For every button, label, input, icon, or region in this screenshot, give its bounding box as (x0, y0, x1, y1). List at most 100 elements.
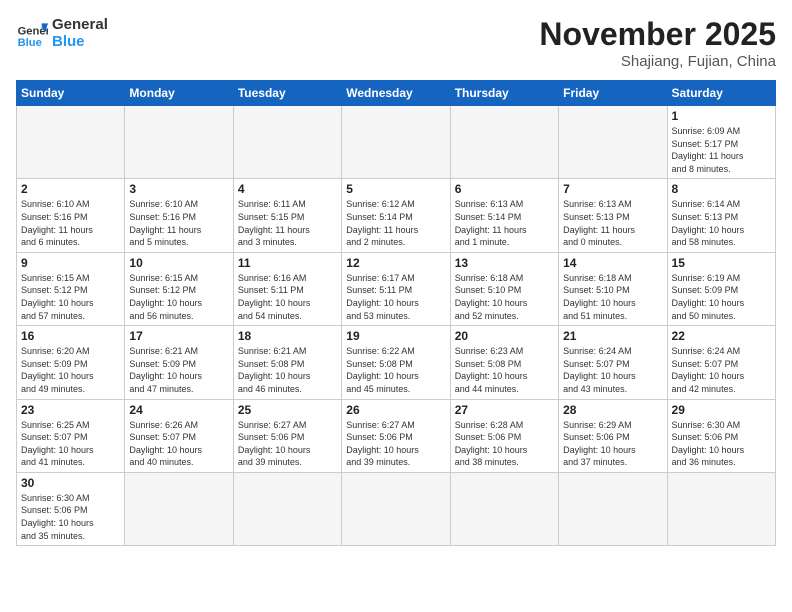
day-number: 11 (238, 256, 337, 270)
day-number: 26 (346, 403, 445, 417)
calendar-cell: 10 Sunrise: 6:15 AM Sunset: 5:12 PM Dayli… (125, 252, 233, 325)
day-number: 2 (21, 182, 120, 196)
svg-text:Blue: Blue (18, 37, 42, 49)
day-number: 6 (455, 182, 554, 196)
day-info: Sunrise: 6:29 AM Sunset: 5:06 PM Dayligh… (563, 419, 662, 469)
calendar-cell: 2 Sunrise: 6:10 AM Sunset: 5:16 PM Daylig… (17, 179, 125, 252)
day-info: Sunrise: 6:15 AM Sunset: 5:12 PM Dayligh… (129, 272, 228, 322)
calendar-table: SundayMondayTuesdayWednesdayThursdayFrid… (16, 80, 776, 546)
day-number: 21 (563, 329, 662, 343)
calendar-cell: 12 Sunrise: 6:17 AM Sunset: 5:11 PM Dayli… (342, 252, 450, 325)
calendar-cell: 8 Sunrise: 6:14 AM Sunset: 5:13 PM Daylig… (667, 179, 775, 252)
calendar-cell: 30 Sunrise: 6:30 AM Sunset: 5:06 PM Dayli… (17, 472, 125, 545)
day-number: 28 (563, 403, 662, 417)
day-number: 5 (346, 182, 445, 196)
day-number: 16 (21, 329, 120, 343)
calendar-cell (450, 472, 558, 545)
calendar-cell: 13 Sunrise: 6:18 AM Sunset: 5:10 PM Dayli… (450, 252, 558, 325)
weekday-header-row: SundayMondayTuesdayWednesdayThursdayFrid… (17, 81, 776, 106)
calendar-week-row: 9 Sunrise: 6:15 AM Sunset: 5:12 PM Daylig… (17, 252, 776, 325)
calendar-week-row: 30 Sunrise: 6:30 AM Sunset: 5:06 PM Dayli… (17, 472, 776, 545)
day-number: 15 (672, 256, 771, 270)
day-info: Sunrise: 6:20 AM Sunset: 5:09 PM Dayligh… (21, 345, 120, 395)
day-info: Sunrise: 6:12 AM Sunset: 5:14 PM Dayligh… (346, 198, 445, 248)
day-info: Sunrise: 6:19 AM Sunset: 5:09 PM Dayligh… (672, 272, 771, 322)
day-number: 9 (21, 256, 120, 270)
day-info: Sunrise: 6:21 AM Sunset: 5:08 PM Dayligh… (238, 345, 337, 395)
weekday-header: Monday (125, 81, 233, 106)
day-number: 3 (129, 182, 228, 196)
calendar-cell: 17 Sunrise: 6:21 AM Sunset: 5:09 PM Dayli… (125, 326, 233, 399)
calendar-cell (17, 106, 125, 179)
day-info: Sunrise: 6:17 AM Sunset: 5:11 PM Dayligh… (346, 272, 445, 322)
weekday-header: Sunday (17, 81, 125, 106)
weekday-header: Thursday (450, 81, 558, 106)
day-number: 12 (346, 256, 445, 270)
day-info: Sunrise: 6:14 AM Sunset: 5:13 PM Dayligh… (672, 198, 771, 248)
day-info: Sunrise: 6:28 AM Sunset: 5:06 PM Dayligh… (455, 419, 554, 469)
calendar-cell: 9 Sunrise: 6:15 AM Sunset: 5:12 PM Daylig… (17, 252, 125, 325)
calendar-cell: 5 Sunrise: 6:12 AM Sunset: 5:14 PM Daylig… (342, 179, 450, 252)
logo: General Blue General Blue (16, 16, 108, 50)
calendar-cell (125, 472, 233, 545)
day-info: Sunrise: 6:18 AM Sunset: 5:10 PM Dayligh… (455, 272, 554, 322)
day-number: 25 (238, 403, 337, 417)
day-number: 30 (21, 476, 120, 490)
day-number: 4 (238, 182, 337, 196)
day-info: Sunrise: 6:22 AM Sunset: 5:08 PM Dayligh… (346, 345, 445, 395)
day-info: Sunrise: 6:13 AM Sunset: 5:13 PM Dayligh… (563, 198, 662, 248)
calendar-cell: 26 Sunrise: 6:27 AM Sunset: 5:06 PM Dayli… (342, 399, 450, 472)
calendar-cell: 24Sunrise: 6:26 AM Sunset: 5:07 PM Dayli… (125, 399, 233, 472)
calendar-cell: 6Sunrise: 6:13 AM Sunset: 5:14 PM Daylig… (450, 179, 558, 252)
logo-general-text: General (52, 16, 108, 33)
weekday-header: Saturday (667, 81, 775, 106)
day-info: Sunrise: 6:09 AM Sunset: 5:17 PM Dayligh… (672, 125, 771, 175)
calendar-cell (233, 106, 341, 179)
day-number: 7 (563, 182, 662, 196)
calendar-cell (450, 106, 558, 179)
calendar-cell: 23 Sunrise: 6:25 AM Sunset: 5:07 PM Dayli… (17, 399, 125, 472)
calendar-cell: 21 Sunrise: 6:24 AM Sunset: 5:07 PM Dayli… (559, 326, 667, 399)
day-number: 20 (455, 329, 554, 343)
calendar-cell: 4 Sunrise: 6:11 AM Sunset: 5:15 PM Daylig… (233, 179, 341, 252)
day-info: Sunrise: 6:25 AM Sunset: 5:07 PM Dayligh… (21, 419, 120, 469)
day-info: Sunrise: 6:30 AM Sunset: 5:06 PM Dayligh… (21, 492, 120, 542)
day-info: Sunrise: 6:27 AM Sunset: 5:06 PM Dayligh… (346, 419, 445, 469)
calendar-week-row: 23 Sunrise: 6:25 AM Sunset: 5:07 PM Dayli… (17, 399, 776, 472)
day-info: Sunrise: 6:11 AM Sunset: 5:15 PM Dayligh… (238, 198, 337, 248)
calendar-cell: 25Sunrise: 6:27 AM Sunset: 5:06 PM Dayli… (233, 399, 341, 472)
calendar-cell: 19Sunrise: 6:22 AM Sunset: 5:08 PM Dayli… (342, 326, 450, 399)
day-info: Sunrise: 6:18 AM Sunset: 5:10 PM Dayligh… (563, 272, 662, 322)
day-info: Sunrise: 6:10 AM Sunset: 5:16 PM Dayligh… (129, 198, 228, 248)
day-number: 10 (129, 256, 228, 270)
day-number: 8 (672, 182, 771, 196)
calendar-cell (667, 472, 775, 545)
calendar-cell: 20Sunrise: 6:23 AM Sunset: 5:08 PM Dayli… (450, 326, 558, 399)
page-header: General Blue General Blue November 2025 … (16, 16, 776, 70)
title-block: November 2025 Shajiang, Fujian, China (539, 16, 776, 70)
day-info: Sunrise: 6:10 AM Sunset: 5:16 PM Dayligh… (21, 198, 120, 248)
calendar-cell: 1Sunrise: 6:09 AM Sunset: 5:17 PM Daylig… (667, 106, 775, 179)
calendar-cell (342, 472, 450, 545)
day-info: Sunrise: 6:15 AM Sunset: 5:12 PM Dayligh… (21, 272, 120, 322)
calendar-cell (125, 106, 233, 179)
logo-icon: General Blue (16, 17, 48, 49)
calendar-cell: 29Sunrise: 6:30 AM Sunset: 5:06 PM Dayli… (667, 399, 775, 472)
day-number: 22 (672, 329, 771, 343)
day-info: Sunrise: 6:21 AM Sunset: 5:09 PM Dayligh… (129, 345, 228, 395)
month-title: November 2025 (539, 16, 776, 53)
location: Shajiang, Fujian, China (539, 53, 776, 70)
calendar-cell (559, 106, 667, 179)
day-number: 27 (455, 403, 554, 417)
calendar-cell: 22Sunrise: 6:24 AM Sunset: 5:07 PM Dayli… (667, 326, 775, 399)
weekday-header: Friday (559, 81, 667, 106)
calendar-cell: 11Sunrise: 6:16 AM Sunset: 5:11 PM Dayli… (233, 252, 341, 325)
day-number: 13 (455, 256, 554, 270)
day-number: 18 (238, 329, 337, 343)
calendar-cell: 3 Sunrise: 6:10 AM Sunset: 5:16 PM Daylig… (125, 179, 233, 252)
calendar-cell: 15 Sunrise: 6:19 AM Sunset: 5:09 PM Dayli… (667, 252, 775, 325)
day-info: Sunrise: 6:24 AM Sunset: 5:07 PM Dayligh… (563, 345, 662, 395)
day-info: Sunrise: 6:26 AM Sunset: 5:07 PM Dayligh… (129, 419, 228, 469)
day-number: 23 (21, 403, 120, 417)
day-number: 17 (129, 329, 228, 343)
